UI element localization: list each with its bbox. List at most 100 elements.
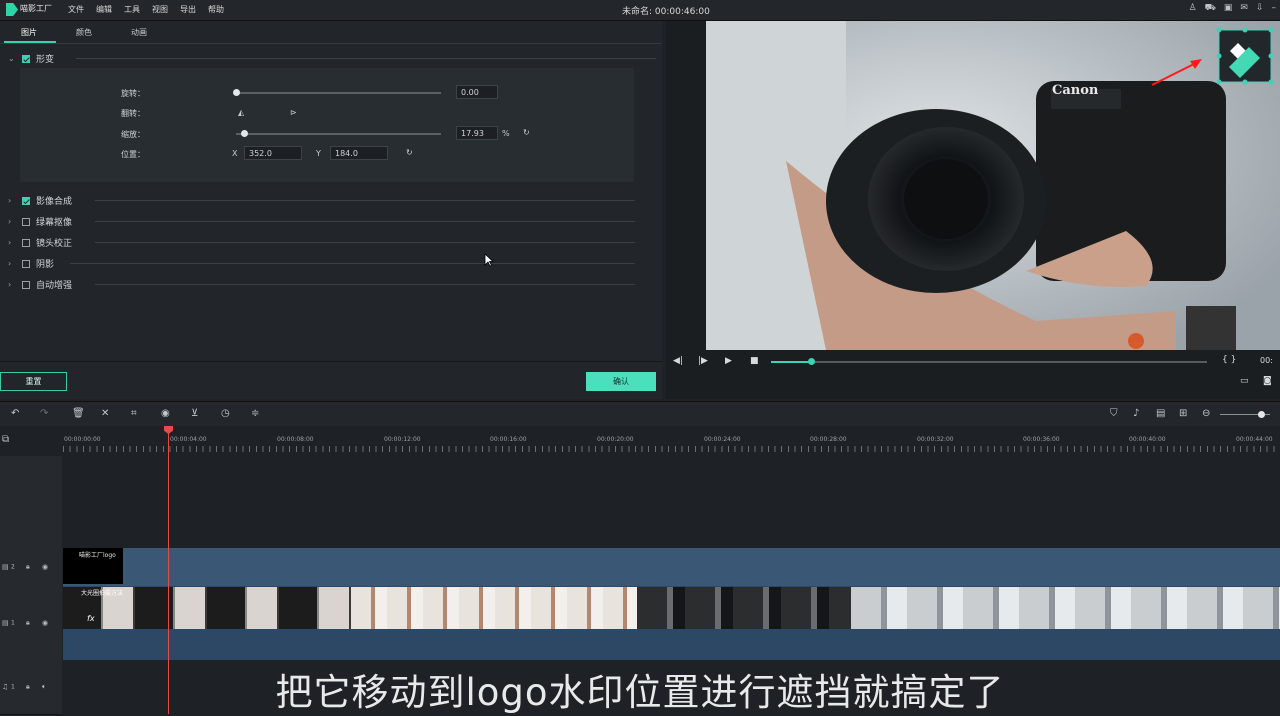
section-chroma-key-label: 绿幕抠像 xyxy=(36,218,73,228)
stop-icon[interactable]: ■ xyxy=(750,356,759,366)
color-icon[interactable]: ◉ xyxy=(161,408,170,419)
flip-horizontal-icon[interactable]: ◭ xyxy=(238,108,244,117)
menu-file[interactable]: 文件 xyxy=(68,4,84,15)
chevron-right-icon[interactable]: › xyxy=(8,280,16,289)
tab-color[interactable]: 颜色 xyxy=(76,27,92,38)
properties-panel: 图片 颜色 动画 ⌄ 形变 旋转： 0.00 翻转： ◭ ⊳ 缩放： 17.93… xyxy=(0,21,662,399)
lock-icon[interactable]: 🔒︎ xyxy=(26,563,30,572)
chevron-right-icon[interactable]: › xyxy=(8,217,16,226)
chevron-down-icon[interactable]: ⌄ xyxy=(8,54,16,63)
eye-icon[interactable]: ◉ xyxy=(42,563,48,571)
cart-icon[interactable]: ⛟ xyxy=(1205,3,1216,14)
scale-slider[interactable] xyxy=(236,133,441,135)
prev-frame-icon[interactable]: ◀| xyxy=(673,356,683,366)
track-2-lane[interactable] xyxy=(63,548,1280,586)
download-icon[interactable]: ⇩ xyxy=(1256,3,1264,14)
position-reset-icon[interactable]: ↻ xyxy=(406,148,413,157)
rotate-slider-knob[interactable] xyxy=(233,89,240,96)
marker-icon[interactable]: ⛉ xyxy=(1110,408,1118,419)
adjust-icon[interactable]: ≑ xyxy=(251,408,259,419)
mixer-icon[interactable]: ▤ xyxy=(1156,408,1165,419)
divider xyxy=(95,284,635,285)
preview-scrubber-knob[interactable] xyxy=(808,358,815,365)
mail-icon[interactable]: ✉ xyxy=(1240,3,1248,14)
snapshot-icon[interactable]: ◙ xyxy=(1263,376,1272,386)
chevron-right-icon[interactable]: › xyxy=(8,238,16,247)
green-screen-icon[interactable]: ⊻ xyxy=(191,408,198,419)
menu-view[interactable]: 视图 xyxy=(152,4,168,15)
zoom-out-icon[interactable]: ⊖ xyxy=(1202,408,1210,419)
position-y-input[interactable]: 184.0 xyxy=(330,146,388,160)
mic-icon[interactable]: ♪ xyxy=(1133,408,1139,419)
user-icon[interactable]: ♙ xyxy=(1188,3,1196,14)
flip-vertical-icon[interactable]: ⊳ xyxy=(290,108,297,117)
divider xyxy=(95,242,635,243)
scale-unit: % xyxy=(502,129,510,138)
preview-scrubber-progress xyxy=(771,361,811,363)
camera-brand-text: Canon xyxy=(1052,83,1099,98)
divider xyxy=(0,361,662,362)
scale-input[interactable]: 17.93 xyxy=(456,126,498,140)
undo-icon[interactable]: ↶ xyxy=(11,408,19,419)
ruler-tick-label: 00:00:20:00 xyxy=(597,436,634,443)
section-transform[interactable]: ⌄ 形变 xyxy=(8,52,54,65)
crop-icon[interactable]: ⌗ xyxy=(131,408,137,419)
preview-scrubber[interactable] xyxy=(771,361,1207,363)
logo-clip[interactable]: 喵影工厂logo xyxy=(63,548,123,584)
chevron-right-icon[interactable]: › xyxy=(8,259,16,268)
save-icon[interactable]: ▣ xyxy=(1224,3,1233,14)
fit-icon[interactable]: ⊞ xyxy=(1179,408,1187,419)
display-settings-icon[interactable]: ▭ xyxy=(1240,376,1249,386)
menu-edit[interactable]: 编辑 xyxy=(96,4,112,15)
position-x-input[interactable]: 352.0 xyxy=(244,146,302,160)
scale-reset-icon[interactable]: ↻ xyxy=(523,128,530,137)
fx-icon[interactable]: fx xyxy=(87,614,95,623)
mark-in-out-icon[interactable]: { } xyxy=(1222,355,1236,365)
menu-export[interactable]: 导出 xyxy=(180,4,196,15)
active-tab-indicator xyxy=(4,41,56,43)
section-lens-correction[interactable]: › 镜头校正 xyxy=(8,236,72,249)
chevron-right-icon[interactable]: › xyxy=(8,196,16,205)
scale-slider-knob[interactable] xyxy=(241,130,248,137)
delete-icon[interactable]: 🗑 xyxy=(72,408,85,419)
shadow-checkbox[interactable] xyxy=(22,259,30,268)
menu-tools[interactable]: 工具 xyxy=(124,4,140,15)
ruler-tick-label: 00:00:32:00 xyxy=(917,436,954,443)
zoom-slider-knob[interactable] xyxy=(1258,411,1265,418)
eye-icon[interactable]: ◉ xyxy=(42,619,48,627)
section-shadow[interactable]: › 阴影 xyxy=(8,257,54,270)
next-frame-icon[interactable]: |▶ xyxy=(698,356,708,366)
chroma-key-checkbox[interactable] xyxy=(22,217,30,226)
ruler-tick-label: 00:00:04:00 xyxy=(170,436,207,443)
rotate-label: 旋转： xyxy=(121,89,145,98)
lock-icon[interactable]: 🔒︎ xyxy=(26,619,30,628)
logo-overlay[interactable] xyxy=(1216,27,1274,85)
ok-button[interactable]: 确认 xyxy=(586,372,656,391)
add-track-icon[interactable]: ⧉ xyxy=(2,434,9,445)
title-bar: 喵影工厂 文件 编辑 工具 视图 导出 帮助 未命名: 00:00:46:00 … xyxy=(0,0,1280,21)
auto-enhance-checkbox[interactable] xyxy=(22,280,30,289)
tab-image[interactable]: 图片 xyxy=(21,27,37,38)
minimize-icon[interactable]: – xyxy=(1272,3,1277,14)
section-auto-enhance[interactable]: › 自动增强 xyxy=(8,278,72,291)
rotate-slider[interactable] xyxy=(236,92,441,94)
mouse-cursor-icon xyxy=(484,252,495,271)
track-1-lane[interactable]: 大光圈拍摄方法 fx xyxy=(63,586,1280,660)
redo-icon[interactable]: ↷ xyxy=(40,408,48,419)
tab-animation[interactable]: 动画 xyxy=(131,27,147,38)
section-chroma-key[interactable]: › 绿幕抠像 xyxy=(8,215,72,228)
section-composite[interactable]: › 影像合成 xyxy=(8,194,72,207)
composite-checkbox[interactable] xyxy=(22,196,30,205)
speed-icon[interactable]: ◷ xyxy=(221,408,230,419)
timeline-ruler[interactable]: ⧉ 00:00:00:00 00:00:04:00 00:00:08:00 00… xyxy=(0,426,1280,456)
transform-checkbox[interactable] xyxy=(22,54,30,63)
play-icon[interactable]: ▶ xyxy=(725,356,732,366)
logo-clip-label: 喵影工厂logo xyxy=(79,552,116,559)
transform-settings: 旋转： 0.00 翻转： ◭ ⊳ 缩放： 17.93 % ↻ 位置： X 352… xyxy=(20,68,634,182)
reset-button[interactable]: 重置 xyxy=(0,372,67,391)
rotate-input[interactable]: 0.00 xyxy=(456,85,498,99)
menu-help[interactable]: 帮助 xyxy=(208,4,224,15)
cut-icon[interactable]: ✕ xyxy=(101,408,109,419)
lens-correction-checkbox[interactable] xyxy=(22,238,30,247)
ruler-tick-label: 00:00:16:00 xyxy=(490,436,527,443)
